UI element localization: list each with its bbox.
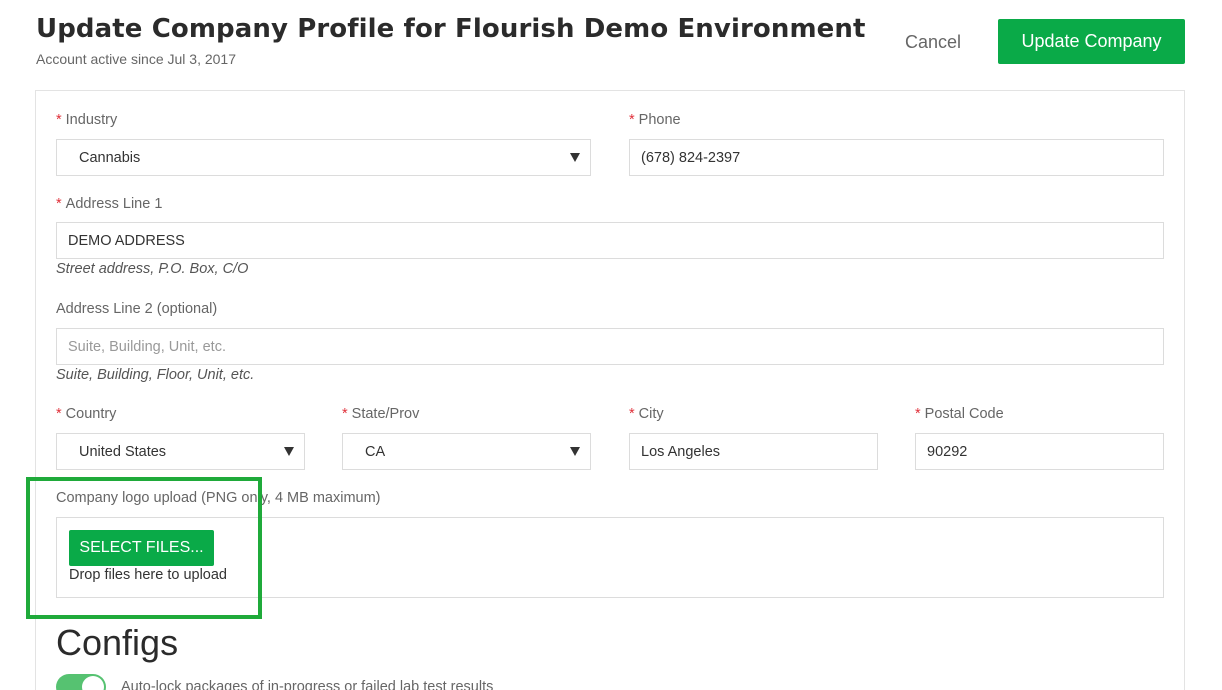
industry-select-value: Cannabis (79, 149, 141, 166)
required-mark: * (56, 406, 62, 422)
caret-down-icon (284, 447, 294, 456)
country-select-value: United States (79, 443, 167, 460)
state-select[interactable]: CA (342, 433, 591, 470)
country-label: * Country (56, 406, 116, 422)
industry-select[interactable]: Cannabis (56, 139, 591, 176)
phone-label: * Phone (629, 112, 681, 128)
toggle-knob (82, 676, 104, 690)
country-label-text: Country (65, 406, 117, 422)
account-active-subtitle: Account active since Jul 3, 2017 (36, 51, 237, 67)
postal-code-input-value: 90292 (927, 443, 968, 460)
address2-input[interactable]: Suite, Building, Unit, etc. (56, 328, 1164, 365)
cancel-button[interactable]: Cancel (890, 21, 976, 63)
city-label-text: City (638, 406, 664, 422)
required-mark: * (342, 406, 348, 422)
postal-label: * Postal Code (915, 406, 1004, 422)
required-mark: * (629, 406, 635, 422)
phone-input-value: (678) 824-2397 (641, 149, 741, 166)
address1-label: * Address Line 1 (56, 196, 162, 212)
required-mark: * (915, 406, 921, 422)
phone-input[interactable]: (678) 824-2397 (629, 139, 1164, 176)
address1-input-value: DEMO ADDRESS (68, 232, 185, 249)
required-mark: * (56, 112, 62, 128)
address1-input[interactable]: DEMO ADDRESS (56, 222, 1164, 259)
address2-placeholder: Suite, Building, Unit, etc. (68, 338, 226, 355)
address2-label: Address Line 2 (optional) (56, 301, 218, 317)
page-title: Update Company Profile for Flourish Demo… (36, 14, 866, 44)
city-input[interactable]: Los Angeles (629, 433, 878, 470)
postal-label-text: Postal Code (924, 406, 1004, 422)
address1-label-text: Address Line 1 (65, 196, 163, 212)
auto-lock-label: Auto-lock packages of in-progress or fai… (121, 679, 494, 690)
caret-down-icon (570, 447, 580, 456)
address2-hint: Suite, Building, Floor, Unit, etc. (56, 367, 255, 383)
industry-label-text: Industry (65, 112, 118, 128)
city-label: * City (629, 406, 664, 422)
required-mark: * (56, 196, 62, 212)
update-company-button[interactable]: Update Company (998, 19, 1185, 64)
required-mark: * (629, 112, 635, 128)
address1-hint: Street address, P.O. Box, C/O (56, 261, 249, 277)
state-select-value: CA (365, 443, 386, 460)
caret-down-icon (570, 153, 580, 162)
city-input-value: Los Angeles (641, 443, 721, 460)
auto-lock-toggle[interactable] (56, 674, 106, 690)
highlight-box (26, 477, 262, 619)
state-label: * State/Prov (342, 406, 419, 422)
phone-label-text: Phone (638, 112, 681, 128)
industry-label: * Industry (56, 112, 117, 128)
country-select[interactable]: United States (56, 433, 305, 470)
configs-heading: Configs (56, 622, 179, 663)
state-label-text: State/Prov (351, 406, 420, 422)
postal-code-input[interactable]: 90292 (915, 433, 1164, 470)
